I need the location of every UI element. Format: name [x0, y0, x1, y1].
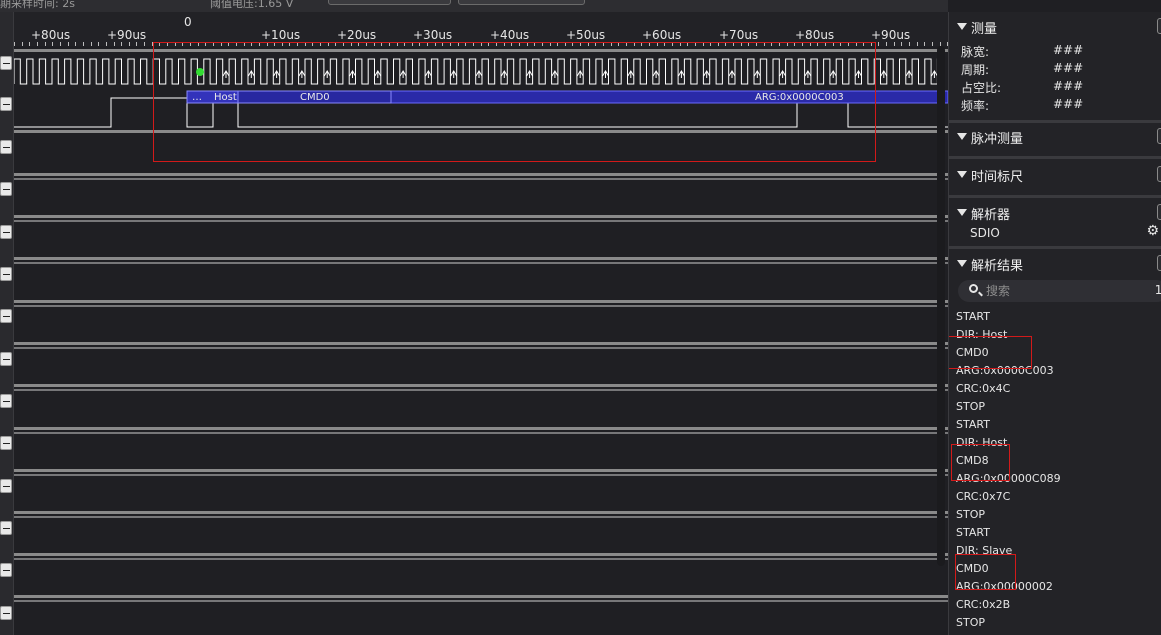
channel-separator	[14, 173, 948, 176]
tick-label: +90us	[107, 28, 147, 42]
tick-label: +80us	[795, 28, 835, 42]
search-input[interactable]	[986, 282, 1126, 300]
expand-arrow-icon	[957, 133, 967, 140]
channel-collapse-button[interactable]	[0, 97, 12, 111]
channel-collapse-button[interactable]	[0, 521, 12, 535]
measure-value: ###	[1053, 43, 1084, 57]
results-count: 12	[1155, 283, 1161, 297]
sample-time-label: 期采样时间: 2s	[0, 0, 75, 10]
toolbar-button-2[interactable]	[458, 0, 585, 5]
tick-label: +70us	[719, 28, 759, 42]
search-icon	[969, 284, 978, 293]
section-results[interactable]: 解析结果	[949, 252, 1161, 276]
result-item[interactable]: START	[956, 310, 990, 323]
result-item[interactable]: STOP	[956, 400, 985, 413]
tick-label: +90us	[871, 28, 911, 42]
toolbar-button-1[interactable]	[328, 0, 451, 5]
time-ruler[interactable]: 0 +80us +90us +10us +20us +30us +40us +5…	[14, 12, 949, 46]
annotation-box	[955, 554, 1016, 590]
section-toggle[interactable]	[1157, 128, 1161, 144]
section-toggle[interactable]	[1157, 204, 1161, 220]
channel-collapse-button[interactable]	[0, 182, 12, 196]
measure-label: 周期:	[961, 63, 990, 77]
channel-gutter	[0, 12, 14, 635]
result-item[interactable]: START	[956, 418, 990, 431]
channel-scrollbar[interactable]	[937, 46, 945, 566]
section-title: 测量	[971, 22, 998, 37]
status-strip: 期采样时间: 2s 阈值电压:1.65 V	[0, 0, 948, 12]
annotation-box	[949, 336, 1032, 369]
channel-separator	[14, 511, 948, 514]
result-item[interactable]: CRC:0x4C	[956, 382, 1010, 395]
tick-label: +50us	[566, 28, 606, 42]
result-item[interactable]: START	[956, 526, 990, 539]
tick-label: +60us	[642, 28, 682, 42]
measure-label: 占空比:	[961, 81, 1002, 95]
section-title: 解析器	[971, 208, 1011, 223]
channel-separator	[14, 427, 948, 430]
measure-label: 频率:	[961, 99, 990, 113]
tick-label: +20us	[337, 28, 377, 42]
section-divider	[949, 120, 1161, 123]
section-title: 时间标尺	[971, 170, 1024, 185]
trigger-zero-label: 0	[184, 15, 192, 29]
expand-arrow-icon	[957, 171, 967, 178]
channel-collapse-button[interactable]	[0, 436, 12, 450]
results-search: 12	[958, 280, 1161, 302]
section-title: 解析结果	[971, 259, 1024, 274]
section-ruler[interactable]: 时间标尺	[949, 163, 1161, 187]
section-toggle[interactable]	[1157, 255, 1161, 271]
section-title: 脉冲测量	[971, 132, 1024, 147]
channel-collapse-button[interactable]	[0, 352, 12, 366]
expand-arrow-icon	[957, 260, 967, 267]
channel-collapse-button[interactable]	[0, 225, 12, 239]
channel-collapse-button[interactable]	[0, 140, 12, 154]
measure-value: ###	[1053, 97, 1084, 111]
channel-collapse-button[interactable]	[0, 606, 12, 620]
section-divider	[949, 195, 1161, 198]
result-item[interactable]: CRC:0x2B	[956, 598, 1010, 611]
threshold-label: 阈值电压:1.65 V	[210, 0, 294, 10]
section-toggle[interactable]	[1157, 166, 1161, 182]
channel-separator	[14, 257, 948, 260]
tick-label: +10us	[261, 28, 301, 42]
channel-collapse-button[interactable]	[0, 479, 12, 493]
annotation-box	[153, 42, 876, 162]
result-item[interactable]: STOP	[956, 508, 985, 521]
tick-label: +30us	[413, 28, 453, 42]
channel-separator	[14, 469, 948, 472]
measure-value: ###	[1053, 79, 1084, 93]
result-item[interactable]: CRC:0x7C	[956, 490, 1010, 503]
section-divider	[949, 246, 1161, 249]
tick-label: +80us	[31, 28, 71, 42]
channel-collapse-button[interactable]	[0, 267, 12, 281]
side-panel: 测量 脉宽: ### 周期: ### 占空比: ### 频率: ### 脉冲测量…	[948, 12, 1161, 635]
expand-arrow-icon	[957, 23, 967, 30]
channel-separator	[14, 384, 948, 387]
gear-icon[interactable]: ⚙	[1146, 223, 1159, 239]
section-pulse[interactable]: 脉冲测量	[949, 125, 1161, 149]
channel-collapse-button[interactable]	[0, 563, 12, 577]
annotation-box	[951, 444, 1010, 481]
channel-separator	[14, 342, 948, 345]
section-toggle[interactable]	[1157, 18, 1161, 34]
channel-separator	[14, 595, 948, 598]
result-item[interactable]: STOP	[956, 616, 985, 629]
section-decoder[interactable]: 解析器	[949, 201, 1161, 225]
expand-arrow-icon	[957, 209, 967, 216]
section-measure[interactable]: 测量	[949, 15, 1161, 39]
channel-separator	[14, 215, 948, 218]
channel-separator	[14, 300, 948, 303]
measure-label: 脉宽:	[961, 45, 990, 59]
channel-separator	[14, 553, 948, 556]
waveform-area[interactable]: … Host CMD0 ARG:0x0000C003	[14, 42, 948, 635]
logic-analyzer-window: 期采样时间: 2s 阈值电压:1.65 V 0 +80us +90us +10u…	[0, 0, 1161, 635]
measure-value: ###	[1053, 61, 1084, 75]
channel-collapse-button[interactable]	[0, 56, 12, 70]
section-divider	[949, 156, 1161, 159]
tick-label: +40us	[490, 28, 530, 42]
channel-collapse-button[interactable]	[0, 309, 12, 323]
channel-collapse-button[interactable]	[0, 394, 12, 408]
decoder-name[interactable]: SDIO	[970, 226, 1000, 240]
